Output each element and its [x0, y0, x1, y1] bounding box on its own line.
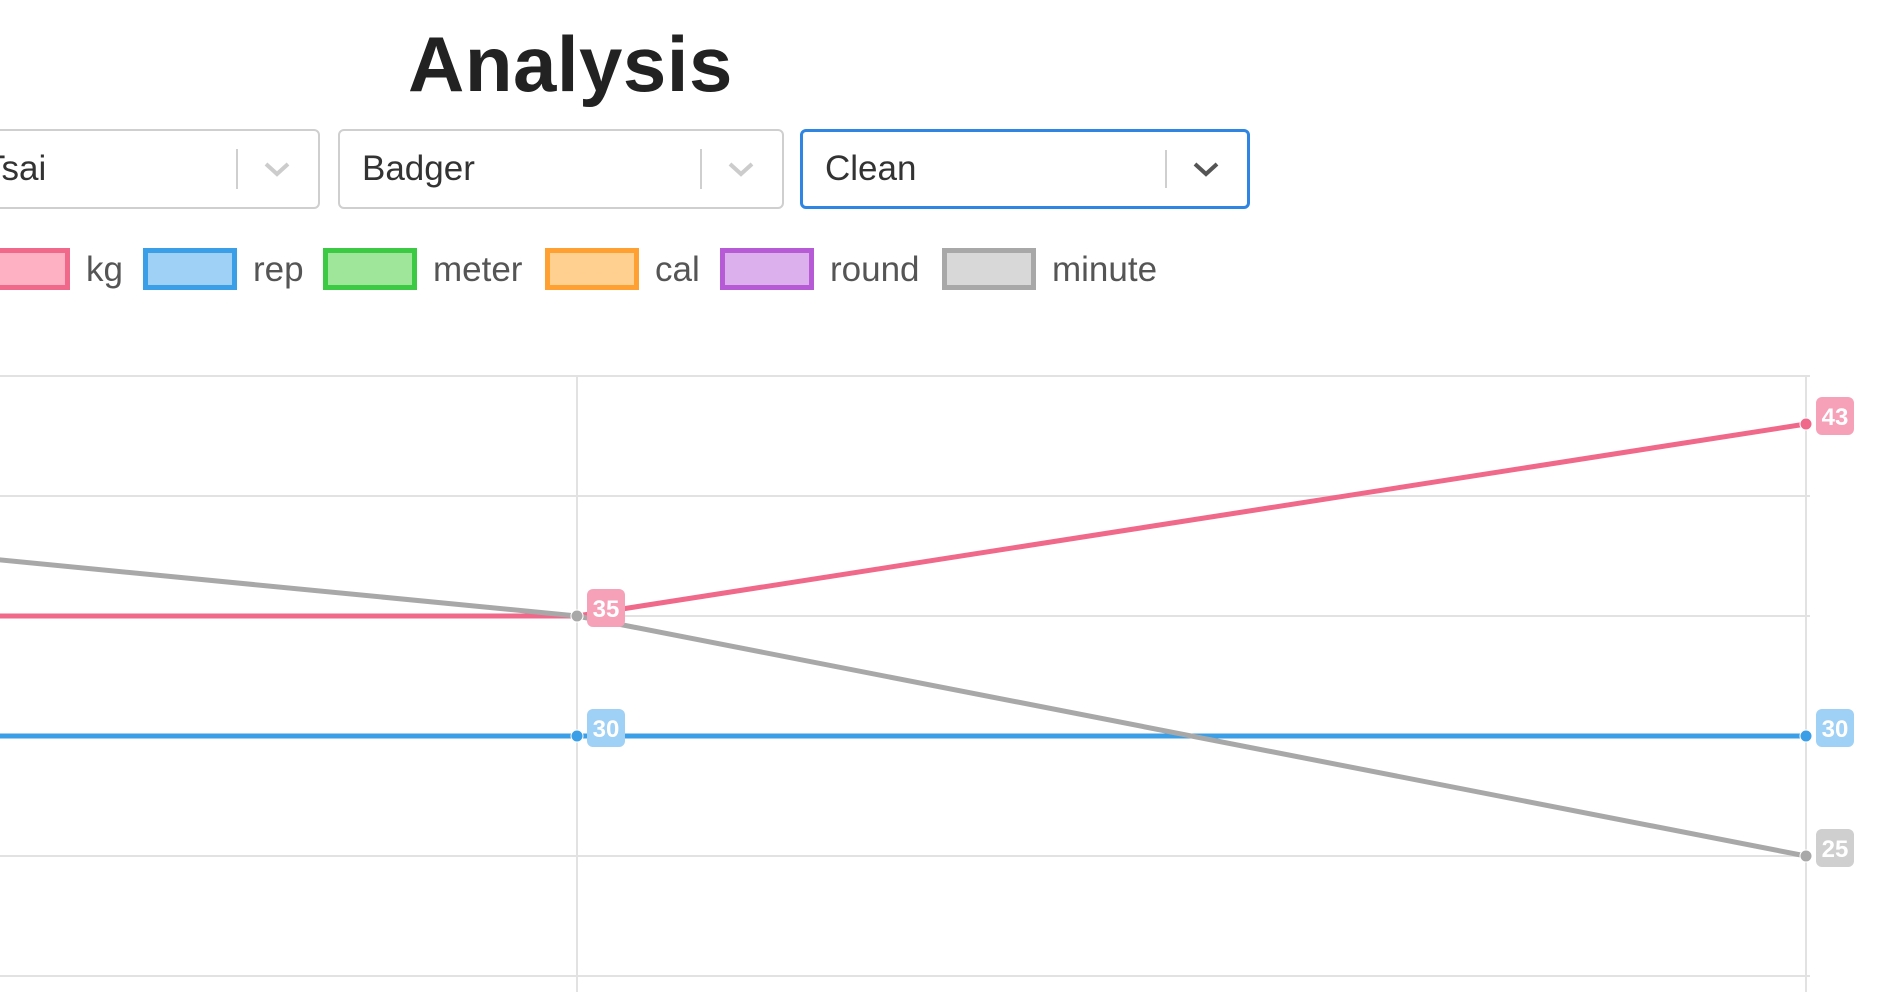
- data-label-kg: 35: [593, 596, 620, 623]
- data-point-kg: [1799, 417, 1813, 431]
- data-label-rep: 30: [1822, 716, 1849, 743]
- data-label-minute: 25: [1822, 836, 1849, 863]
- data-label-rep: 30: [593, 716, 620, 743]
- data-point-rep: [570, 729, 584, 743]
- data-point-rep: [1799, 729, 1813, 743]
- line-chart: 35 43 30 30 25: [0, 375, 1854, 992]
- series-line-minute: [0, 557, 1807, 859]
- data-label-kg: 43: [1822, 404, 1849, 431]
- data-point-minute: [1799, 849, 1813, 863]
- data-point-minute: [570, 609, 584, 623]
